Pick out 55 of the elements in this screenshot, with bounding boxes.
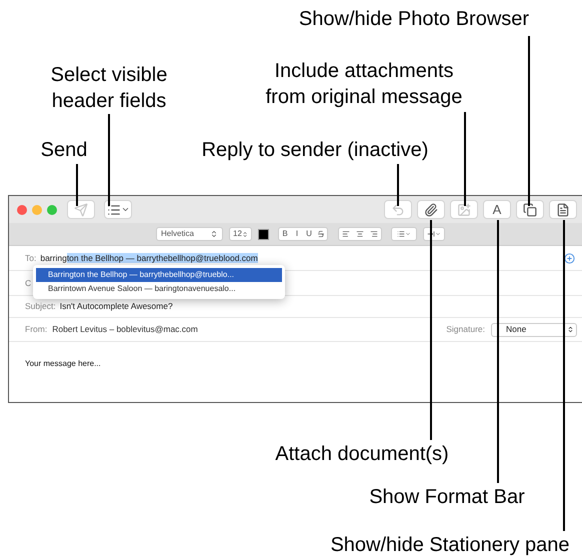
strikethrough-icon (317, 230, 325, 238)
paper-plane-icon (74, 202, 88, 216)
callout-label: Show Format Bar (368, 485, 526, 510)
from-label: From: (25, 323, 48, 336)
stepper-icon (210, 230, 218, 238)
document-icon (556, 202, 570, 216)
list-icon (397, 230, 405, 238)
stepper-icon (567, 326, 574, 333)
header-fields-button[interactable] (104, 200, 132, 219)
stationery-button[interactable] (549, 200, 577, 219)
list-button[interactable] (391, 227, 417, 241)
close-icon[interactable] (17, 204, 27, 214)
message-body[interactable]: Your message here... (25, 359, 101, 368)
subject-field[interactable]: Isn't Autocomplete Awesome? (60, 300, 173, 313)
list-icon (106, 202, 120, 216)
callout-label: Attach document(s) (274, 442, 450, 467)
align-right-icon (370, 230, 378, 238)
callout-label: Show/hide Stationery pane (329, 533, 571, 557)
align-center-icon (356, 230, 364, 238)
chevron-down-icon (405, 231, 411, 237)
to-label: To: (25, 252, 36, 264)
suggestion-item[interactable]: Barrington the Bellhop — barrythebellhop@trueblo... (36, 268, 282, 282)
suggestion-item[interactable]: Barrintown Avenue Saloon — baringtonavenuesalo... (36, 282, 282, 296)
style-button[interactable]: B (279, 228, 291, 240)
from-field[interactable]: Robert Levitus – boblevitus@mac.com (52, 323, 198, 336)
photo-browser-button[interactable] (516, 200, 544, 219)
indent-arrow-icon (427, 230, 435, 238)
callout-label: Include attachments from original message (264, 59, 464, 110)
callout-label: Send (40, 138, 88, 163)
leader-line (397, 164, 399, 206)
add-contact-icon[interactable] (564, 252, 575, 264)
text-color-swatch[interactable] (258, 228, 269, 240)
font-select[interactable]: Helvetica (156, 227, 223, 241)
stacked-windows-icon (523, 202, 537, 216)
style-button[interactable]: U (303, 228, 315, 240)
chevron-down-icon (120, 205, 130, 214)
callout-label: Show/hide Photo Browser (298, 7, 530, 32)
reply-arrow-icon (391, 202, 405, 216)
font-size-select[interactable]: 12 (229, 227, 252, 241)
callout-label: Reply to sender (inactive) (200, 138, 430, 163)
leader-line (76, 164, 78, 206)
subject-label: Subject: (25, 300, 56, 313)
align-left-icon (342, 230, 350, 238)
cc-label: C (25, 276, 32, 290)
image-plus-icon (457, 202, 471, 216)
attach-button[interactable] (417, 200, 445, 219)
paperclip-icon (424, 202, 438, 216)
chevron-down-icon (435, 231, 441, 237)
indent-button[interactable] (423, 227, 445, 241)
strikethrough-button[interactable] (315, 228, 327, 240)
callout-label: Select visible header fields (50, 63, 168, 114)
signature-label: Signature: (446, 323, 485, 336)
format-bar-button[interactable]: A (483, 200, 511, 219)
stepper-icon (242, 230, 248, 238)
style-button[interactable]: I (291, 228, 303, 240)
